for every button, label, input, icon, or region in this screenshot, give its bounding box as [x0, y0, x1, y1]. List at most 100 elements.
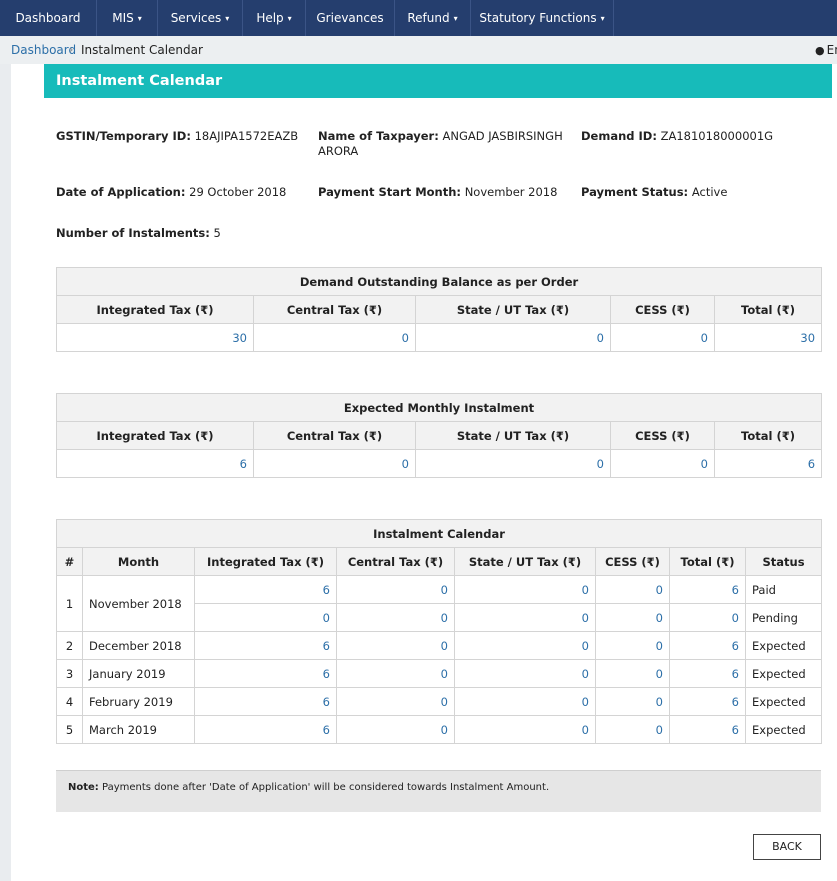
- table-row: 5 March 2019 6 0 0 0 6 Expected: [56, 715, 823, 744]
- note-box: Note: Payments done after 'Date of Appli…: [56, 770, 821, 812]
- integrated-tax-value: 6: [194, 687, 337, 716]
- state-ut-tax-value: 0: [415, 323, 611, 352]
- chevron-down-icon: ▾: [453, 14, 458, 23]
- total-value: 30: [713, 323, 823, 352]
- language-selector[interactable]: ●En: [815, 43, 837, 57]
- table-row: 6 0 0 0 6: [56, 449, 823, 478]
- state-ut-tax-value: 0: [454, 603, 596, 632]
- column-header: Total (₹): [713, 421, 823, 450]
- nav-label: Grievances: [316, 11, 384, 25]
- payment-status-value: Active: [691, 185, 728, 199]
- date-of-application-label: Date of Application:: [56, 185, 186, 199]
- breadcrumb-separator: ›: [69, 43, 74, 56]
- instalment-month: November 2018: [82, 575, 195, 632]
- column-header: Integrated Tax (₹): [56, 421, 254, 450]
- nav-statutory-functions[interactable]: Statutory Functions ▾: [471, 0, 614, 36]
- column-header: Integrated Tax (₹): [56, 295, 254, 324]
- outstanding-balance-table: Demand Outstanding Balance as per Order …: [55, 267, 823, 352]
- instalment-month: December 2018: [82, 631, 195, 660]
- central-tax-value: 0: [336, 603, 455, 632]
- column-header: Status: [744, 547, 823, 576]
- nav-dashboard[interactable]: Dashboard: [0, 0, 97, 36]
- column-header: State / UT Tax (₹): [454, 547, 596, 576]
- number-of-instalments-label: Number of Instalments:: [56, 226, 210, 240]
- nav-mis[interactable]: MIS ▾: [97, 0, 158, 36]
- status-label: Expected: [744, 715, 823, 744]
- status-label: Expected: [744, 659, 823, 688]
- instalment-month: January 2019: [82, 659, 195, 688]
- calendar-table-title: Instalment Calendar: [55, 519, 823, 548]
- nav-services[interactable]: Services ▾: [158, 0, 243, 36]
- central-tax-value: 0: [336, 659, 455, 688]
- instalment-month: February 2019: [82, 687, 195, 716]
- nav-grievances[interactable]: Grievances: [306, 0, 395, 36]
- table-row: 4 February 2019 6 0 0 0 6 Expected: [56, 687, 823, 716]
- state-ut-tax-value: 0: [454, 659, 596, 688]
- payment-start-month-label: Payment Start Month:: [318, 185, 462, 199]
- instalment-number: 4: [56, 687, 83, 716]
- central-tax-value: 0: [253, 449, 416, 478]
- column-header: Central Tax (₹): [253, 421, 416, 450]
- monthly-instalment-table: Expected Monthly Instalment Integrated T…: [55, 393, 823, 478]
- number-of-instalments-info: Number of Instalments: 5: [56, 226, 311, 241]
- breadcrumb: Dashboard › Instalment Calendar ●En: [0, 36, 837, 64]
- gstin-value: 18AJIPA1572EAZB: [194, 129, 299, 143]
- calendar-body: 1 November 2018 6 0 0 0 6 Paid 0 0 0 0 0 Pending 2 Dece…: [56, 575, 823, 744]
- nav-label: Statutory Functions: [479, 11, 597, 25]
- column-header: Central Tax (₹): [253, 295, 416, 324]
- integrated-tax-value: 6: [194, 659, 337, 688]
- integrated-tax-value: 30: [56, 323, 254, 352]
- instalment-number: 5: [56, 715, 83, 744]
- payment-status-info: Payment Status: Active: [581, 185, 826, 200]
- instalment-number: 3: [56, 659, 83, 688]
- payment-status-label: Payment Status:: [581, 185, 689, 199]
- column-header: #: [56, 547, 83, 576]
- cess-value: 0: [595, 631, 670, 660]
- nav-refund[interactable]: Refund ▾: [395, 0, 471, 36]
- instalment-number: 1: [56, 575, 83, 632]
- central-tax-value: 0: [336, 687, 455, 716]
- total-value: 6: [669, 575, 746, 604]
- chevron-down-icon: ▾: [225, 14, 230, 23]
- column-header: State / UT Tax (₹): [415, 421, 611, 450]
- integrated-tax-value: 6: [194, 631, 337, 660]
- back-button[interactable]: BACK: [753, 834, 821, 860]
- nav-label: MIS: [112, 11, 134, 25]
- nav-label: Refund: [407, 11, 450, 25]
- instalment-month: March 2019: [82, 715, 195, 744]
- column-header: CESS (₹): [610, 295, 715, 324]
- central-tax-value: 0: [336, 715, 455, 744]
- nav-label: Services: [170, 11, 222, 25]
- demand-id-value: ZA181018000001G: [660, 129, 774, 143]
- state-ut-tax-value: 0: [454, 715, 596, 744]
- table-row: 2 December 2018 6 0 0 0 6 Expected: [56, 631, 823, 660]
- cess-value: 0: [610, 323, 715, 352]
- nav-label: Dashboard: [15, 11, 81, 25]
- monthly-table-title: Expected Monthly Instalment: [55, 393, 823, 422]
- note-text: Payments done after 'Date of Application…: [102, 782, 550, 793]
- integrated-tax-value: 6: [194, 715, 337, 744]
- nav-help[interactable]: Help ▾: [243, 0, 306, 36]
- table-row: 1 November 2018 6 0 0 0 6 Paid: [56, 575, 823, 632]
- status-label: Paid: [744, 575, 823, 604]
- instalment-number: 2: [56, 631, 83, 660]
- central-tax-value: 0: [253, 323, 416, 352]
- table-row: 30 0 0 0 30: [56, 323, 823, 352]
- chevron-down-icon: ▾: [600, 14, 605, 23]
- cess-value: 0: [595, 575, 670, 604]
- total-value: 6: [669, 659, 746, 688]
- state-ut-tax-value: 0: [454, 631, 596, 660]
- instalment-calendar-table: Instalment Calendar # Month Integrated T…: [55, 519, 823, 744]
- total-value: 0: [669, 603, 746, 632]
- note-label: Note:: [68, 782, 99, 793]
- breadcrumb-dashboard-link[interactable]: Dashboard: [11, 43, 76, 57]
- status-label: Expected: [744, 631, 823, 660]
- page-title: Instalment Calendar: [44, 64, 832, 98]
- taxpayer-label: Name of Taxpayer:: [318, 129, 439, 143]
- integrated-tax-value: 6: [194, 575, 337, 604]
- column-header: Month: [82, 547, 195, 576]
- column-header: Total (₹): [669, 547, 746, 576]
- cess-value: 0: [595, 603, 670, 632]
- column-header: CESS (₹): [610, 421, 715, 450]
- language-label: En: [826, 43, 837, 57]
